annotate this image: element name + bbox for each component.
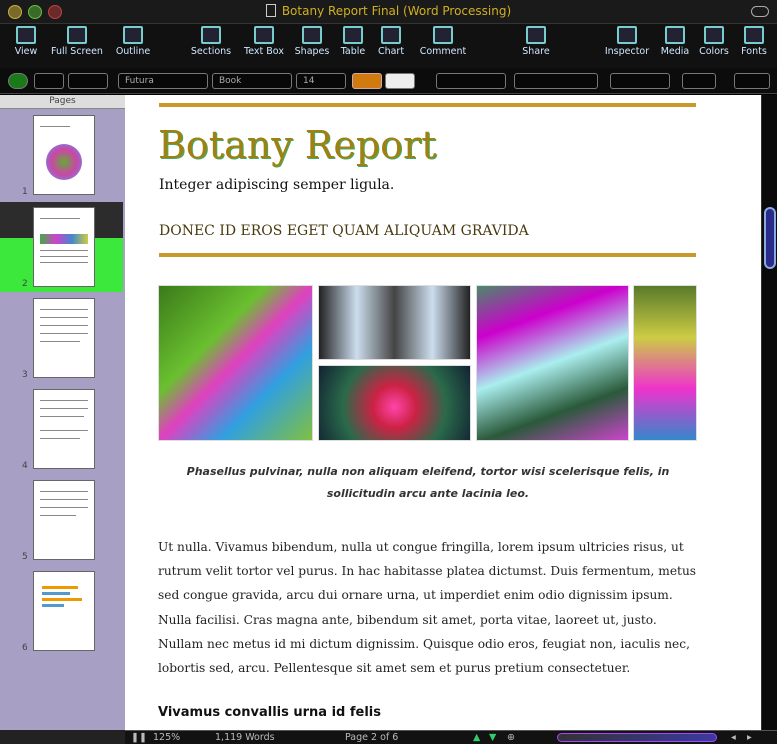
pause-icon[interactable]: ❚❚ <box>131 732 147 743</box>
page-thumbnail-4[interactable] <box>33 389 95 469</box>
photo-bee-on-flower[interactable] <box>158 285 313 441</box>
outline-button[interactable]: Outline <box>110 26 156 57</box>
colors-icon <box>704 26 724 44</box>
fonts-icon <box>744 26 764 44</box>
zoom-slider[interactable] <box>557 733 717 742</box>
word-count[interactable]: 1,119 Words <box>215 732 275 743</box>
page-number-3: 3 <box>22 370 28 380</box>
shapes-button[interactable]: Shapes <box>292 26 332 57</box>
chart-icon <box>381 26 401 44</box>
chart-button[interactable]: Chart <box>374 26 408 57</box>
page-thumbnails-sidebar: Pages 1 2 3 4 5 6 <box>0 95 125 730</box>
text-box-button[interactable]: Text Box <box>240 26 288 57</box>
fonts-button[interactable]: Fonts <box>738 26 770 57</box>
page-number-6: 6 <box>22 643 28 653</box>
next-page-icon[interactable]: ▼ <box>489 732 496 743</box>
text-color-well[interactable] <box>352 73 382 89</box>
view-button[interactable]: View <box>10 26 42 57</box>
highlight-color-well[interactable] <box>385 73 415 89</box>
columns-menu[interactable] <box>682 73 716 89</box>
photo-red-flower[interactable] <box>318 365 471 441</box>
font-size-field[interactable]: 14 <box>296 73 346 89</box>
inspector-button[interactable]: Inspector <box>602 26 652 57</box>
line-spacing-menu[interactable] <box>610 73 670 89</box>
page-number-4: 4 <box>22 461 28 471</box>
sidebar-footer <box>0 730 125 744</box>
document-canvas[interactable]: Botany Report Integer adipiscing semper … <box>125 95 761 730</box>
zoom-menu[interactable]: 125% <box>153 732 180 743</box>
page-thumbnail-3[interactable] <box>33 298 95 378</box>
list-bullets-menu[interactable] <box>734 73 770 89</box>
window-title: Botany Report Final (Word Processing) <box>0 4 777 18</box>
full-screen-icon <box>67 26 87 44</box>
previous-page-icon[interactable]: ▲ <box>473 732 480 743</box>
bold-italic-underline-buttons[interactable] <box>436 73 506 89</box>
comment-icon <box>433 26 453 44</box>
page-number-1: 1 <box>22 187 28 197</box>
media-button[interactable]: Media <box>658 26 692 57</box>
photo-yellow-flowers[interactable] <box>633 285 697 441</box>
page-number-5: 5 <box>22 552 28 562</box>
share-button[interactable]: Share <box>516 26 556 57</box>
format-bar: Futura Book 14 <box>0 68 777 94</box>
page-thumbnail-2[interactable] <box>33 207 95 287</box>
font-style-menu[interactable]: Book <box>212 73 292 89</box>
alignment-buttons[interactable] <box>514 73 598 89</box>
section-heading[interactable]: DONEC ID EROS EGET QUAM ALIQUAM GRAVIDA <box>159 223 529 239</box>
shapes-icon <box>302 26 322 44</box>
colors-button[interactable]: Colors <box>696 26 732 57</box>
page-thumbnail-6[interactable] <box>33 571 95 651</box>
full-screen-button[interactable]: Full Screen <box>48 26 106 57</box>
document-icon <box>265 4 276 17</box>
document-subtitle[interactable]: Integer adipiscing semper ligula. <box>159 177 394 193</box>
table-button[interactable]: Table <box>336 26 370 57</box>
subheading[interactable]: Vivamus convallis urna id felis <box>158 705 381 720</box>
scroll-left-icon[interactable]: ◂ <box>731 732 736 743</box>
sections-icon <box>201 26 221 44</box>
list-style-menu[interactable] <box>68 73 108 89</box>
page-thumbnail-5[interactable] <box>33 480 95 560</box>
media-icon <box>665 26 685 44</box>
view-icon <box>16 26 36 44</box>
document-title[interactable]: Botany Report <box>158 123 437 167</box>
comment-button[interactable]: Comment <box>416 26 470 57</box>
inspector-icon <box>617 26 637 44</box>
scroll-right-icon[interactable]: ▸ <box>747 732 752 743</box>
image-caption[interactable]: Phasellus pulvinar, nulla non aliquam el… <box>155 461 701 505</box>
page-indicator[interactable]: Page 2 of 6 <box>345 732 398 743</box>
vertical-scrollbar[interactable] <box>761 95 777 730</box>
text-box-icon <box>254 26 274 44</box>
share-icon <box>526 26 546 44</box>
navigation-menu-icon[interactable]: ⊕ <box>507 732 515 743</box>
status-bar: ❚❚ 125% 1,119 Words Page 2 of 6 ▲ ▼ ⊕ ◂ … <box>125 730 777 744</box>
top-rule <box>159 103 696 107</box>
photo-butterfly[interactable] <box>318 285 471 360</box>
main-toolbar: View Full Screen Outline Sections Text B… <box>0 24 777 68</box>
sections-button[interactable]: Sections <box>188 26 234 57</box>
styles-drawer-button[interactable] <box>8 73 28 89</box>
sidebar-header: Pages <box>0 95 125 109</box>
toolbar-toggle-button[interactable] <box>751 6 769 17</box>
outline-icon <box>123 26 143 44</box>
scrollbar-thumb[interactable] <box>764 207 776 269</box>
table-icon <box>343 26 363 44</box>
page-thumbnail-1[interactable] <box>33 115 95 195</box>
page-number-2: 2 <box>22 279 28 289</box>
paragraph-style-menu[interactable] <box>34 73 64 89</box>
title-bar: Botany Report Final (Word Processing) <box>0 0 777 24</box>
font-family-menu[interactable]: Futura <box>118 73 208 89</box>
body-paragraph[interactable]: Ut nulla. Vivamus bibendum, nulla ut con… <box>158 535 700 680</box>
photo-bee-close-up[interactable] <box>476 285 629 441</box>
heading-rule <box>159 253 696 257</box>
